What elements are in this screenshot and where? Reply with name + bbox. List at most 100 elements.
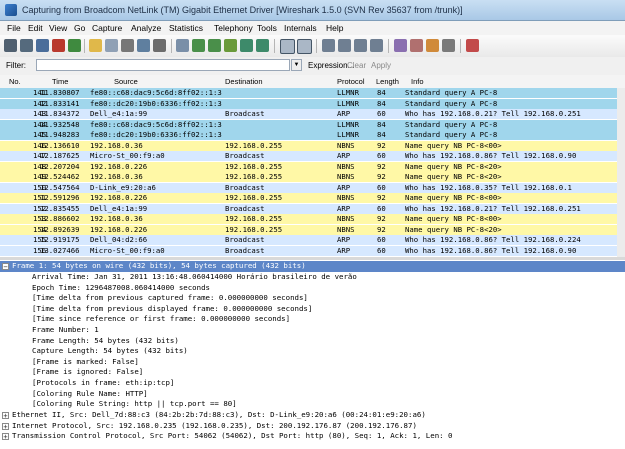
detail-field-row[interactable]: Frame Number: 1 [0,325,625,336]
apply-button[interactable]: Apply [371,61,391,70]
cell-destination: Broadcast [225,151,265,160]
column-header-info[interactable]: Info [411,77,424,86]
protocol-tree-row[interactable]: + Internet Protocol, Src: 192.168.0.235 (… [0,421,625,432]
zoom-out-icon[interactable] [338,39,351,52]
menu-analyze[interactable]: Analyze [131,23,161,33]
packet-row[interactable]: 149 12.524462 192.168.0.36 192.168.0.255 NBN… [0,172,625,182]
menu-help[interactable]: Help [326,23,343,33]
detail-field-row[interactable]: [Time since reference or first frame: 0.… [0,314,625,325]
frame-tree-row[interactable]: − Frame 1: 54 bytes on wire (432 bits), … [0,261,625,272]
menu-telephony[interactable]: Telephony [214,23,253,33]
go-forward-icon[interactable] [208,39,221,52]
packet-row[interactable]: 155 12.919175 Dell_04:d2:66 Broadcast ARP 60 W… [0,235,625,245]
detail-field-row[interactable]: Frame Length: 54 bytes (432 bits) [0,336,625,347]
go-last-icon[interactable] [256,39,269,52]
filter-dropdown-button[interactable]: ▼ [291,59,302,71]
cell-destination: 192.168.0.255 [225,161,283,171]
detail-field-row[interactable]: [Coloring Rule String: http || tcp.port … [0,399,625,410]
resize-columns-icon[interactable] [370,39,383,52]
go-to-packet-icon[interactable] [224,39,237,52]
zoom-normal-icon[interactable] [354,39,367,52]
protocol-tree-row[interactable]: + Ethernet II, Src: Dell_7d:88:c3 (84:2b:… [0,410,625,421]
detail-field-row[interactable]: [Frame is ignored: False] [0,367,625,378]
detail-field-row[interactable]: [Coloring Rule Name: HTTP] [0,389,625,400]
packet-list-scrollbar[interactable] [617,88,625,257]
packet-row[interactable]: 147 12.187625 Micro-St_00:f9:a0 Broadcast AR… [0,151,625,161]
packet-row[interactable]: 143 11.834372 Dell_e4:1a:99 Broadcast ARP 60 W… [0,109,625,119]
menu-view[interactable]: View [49,23,67,33]
stop-capture-icon[interactable] [52,39,65,52]
packet-row[interactable]: 154 12.892639 192.168.0.226 192.168.0.255 NB… [0,224,625,235]
detail-field-row[interactable]: [Protocols in frame: eth:ip:tcp] [0,378,625,389]
column-header-no[interactable]: No. [9,77,21,86]
coloring-rules-icon[interactable] [426,39,439,52]
menu-tools[interactable]: Tools [257,23,277,33]
cell-protocol: LLMNR [337,130,359,139]
cell-length: 60 [377,182,386,192]
detail-field-row[interactable]: Capture Length: 54 bytes (432 bits) [0,346,625,357]
menu-file[interactable]: File [7,23,21,33]
expand-icon[interactable]: + [2,412,9,420]
detail-field-row[interactable]: [Time delta from previous displayed fram… [0,304,625,315]
cell-source: 192.168.0.226 [90,161,148,171]
detail-field-row[interactable]: [Time delta from previous captured frame… [0,293,625,304]
menu-edit[interactable]: Edit [28,23,43,33]
packet-row[interactable]: 152 12.835455 Dell_e4:1a:99 Broadcast ARP 60 W… [0,203,625,214]
cell-source: Dell_e4:1a:99 [90,203,148,213]
column-header-length[interactable]: Length [376,77,399,86]
menu-capture[interactable]: Capture [92,23,122,33]
column-header-source[interactable]: Source [114,77,138,86]
column-header-protocol[interactable]: Protocol [337,77,365,86]
display-filters-icon[interactable] [410,39,423,52]
print-icon[interactable] [153,39,166,52]
detail-field-text: [Frame is marked: False] [32,356,139,366]
save-file-icon[interactable] [105,39,118,52]
packet-row[interactable]: 141 11.830807 fe80::c68:dac9:5c6d:8ff02::1… [0,88,625,98]
open-file-icon[interactable] [89,39,102,52]
capture-options-icon[interactable] [20,39,33,52]
help-icon[interactable] [466,39,479,52]
restart-capture-icon[interactable] [68,39,81,52]
zoom-in-icon[interactable] [322,39,335,52]
find-icon[interactable] [176,39,189,52]
menu-go[interactable]: Go [74,23,85,33]
preferences-icon[interactable] [442,39,455,52]
collapse-icon[interactable]: − [2,263,9,271]
chevron-down-icon: ▼ [293,62,300,68]
protocol-tree-row[interactable]: + Transmission Control Protocol, Src Port… [0,431,625,442]
packet-row[interactable]: 153 12.886602 192.168.0.36 192.168.0.255 NBN… [0,214,625,224]
column-header-time[interactable]: Time [52,77,68,86]
expand-icon[interactable]: + [2,422,9,430]
start-capture-icon[interactable] [36,39,49,52]
close-file-icon[interactable] [121,39,134,52]
interface-list-icon[interactable] [4,39,17,52]
go-first-icon[interactable] [240,39,253,52]
capture-filters-icon[interactable] [394,39,407,52]
cell-length: 60 [377,151,386,160]
protocol-tree-label: Ethernet II, Src: Dell_7d:88:c3 (84:2b:2… [12,410,426,419]
menu-statistics[interactable]: Statistics [169,23,203,33]
menu-internals[interactable]: Internals [284,23,317,33]
packet-row[interactable]: 156 13.027466 Micro-St_00:f9:a0 Broadcast AR… [0,245,625,256]
reload-icon[interactable] [137,39,150,52]
cell-length: 60 [377,235,386,244]
column-header-destination[interactable]: Destination [225,77,263,86]
cell-time: 11.948283 [40,130,80,139]
packet-row[interactable]: 144 11.932548 fe80::c68:dac9:5c6d:8ff02::1… [0,119,625,130]
autoscroll-icon[interactable] [297,39,312,54]
expand-icon[interactable]: + [2,433,9,441]
filter-input[interactable] [36,59,290,71]
packet-row[interactable]: 146 12.136610 192.168.0.36 192.168.0.255 NBN… [0,140,625,151]
go-back-icon[interactable] [192,39,205,52]
packet-row[interactable]: 150 12.547564 D-Link_e9:20:a6 Broadcast ARP 6… [0,182,625,193]
detail-field-row[interactable]: [Frame is marked: False] [0,357,625,368]
packet-row[interactable]: 148 12.207204 192.168.0.226 192.168.0.255 NB… [0,161,625,172]
packet-row[interactable]: 142 11.833141 fe80::dc20:19b0:6336:ff02::1… [0,98,625,109]
detail-field-row[interactable]: Epoch Time: 1296487008.060414000 seconds [0,283,625,294]
detail-field-text: Capture Length: 54 bytes (432 bits) [32,346,188,356]
clear-button[interactable]: Clear [347,61,366,70]
packet-row[interactable]: 145 11.948283 fe80::dc20:19b0:6336:ff02::1… [0,130,625,140]
colorize-icon[interactable] [280,39,295,54]
detail-field-row[interactable]: Arrival Time: Jan 31, 2011 13:16:48.0604… [0,272,625,283]
packet-row[interactable]: 151 12.591296 192.168.0.226 192.168.0.255 NB… [0,193,625,203]
